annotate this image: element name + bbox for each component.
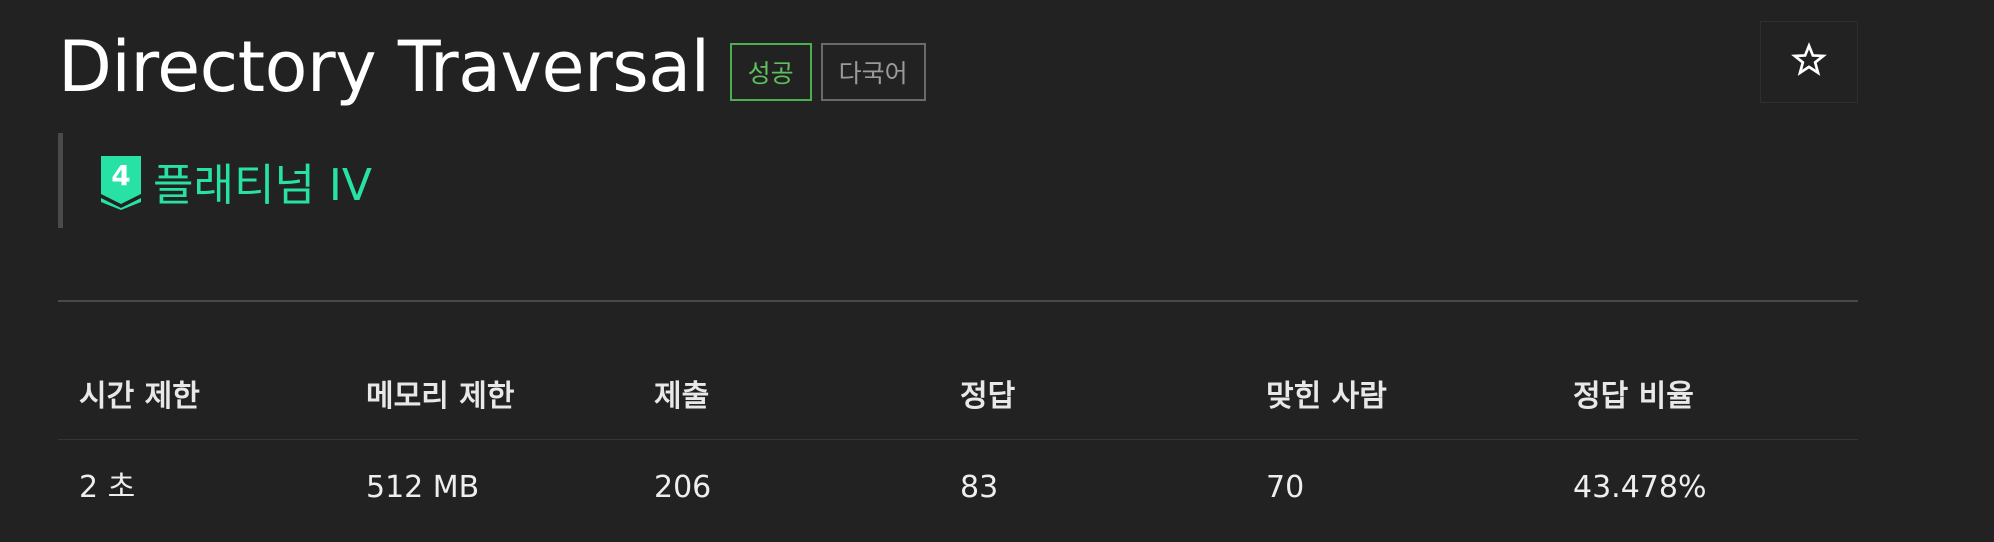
star-icon — [1791, 42, 1827, 82]
success-badge: 성공 — [729, 43, 812, 101]
value-memory-limit: 512 MB — [366, 470, 480, 505]
header-memory-limit: 메모리 제한 — [366, 379, 515, 414]
problem-title-row: Directory Traversal 성공 다국어 — [58, 22, 926, 112]
table-row: 2 초 512 MB 206 83 70 43.478% — [58, 440, 1858, 524]
header-solvers: 맞힌 사람 — [1266, 379, 1387, 414]
problem-title: Directory Traversal — [58, 26, 710, 108]
value-solvers[interactable]: 70 — [1266, 446, 1304, 530]
value-accepted[interactable]: 83 — [960, 446, 998, 530]
table-header-row: 시간 제한 메모리 제한 제출 정답 맞힌 사람 정답 비율 — [58, 355, 1858, 440]
favorite-button[interactable] — [1760, 21, 1858, 103]
value-time-limit: 2 초 — [79, 470, 136, 505]
tier-label: 플래티넘 IV — [153, 159, 372, 211]
tier-shield-icon: 4 — [101, 155, 141, 210]
tier-block: 4 플래티넘 IV — [58, 133, 372, 228]
problem-page: Directory Traversal 성공 다국어 4 플래티넘 IV 시간 … — [0, 0, 1994, 542]
value-submissions[interactable]: 206 — [654, 446, 711, 530]
problem-info-table: 시간 제한 메모리 제한 제출 정답 맞힌 사람 정답 비율 2 초 512 M… — [58, 355, 1858, 524]
header-accept-ratio: 정답 비율 — [1573, 379, 1694, 414]
multilang-badge: 다국어 — [820, 43, 926, 101]
header-submissions: 제출 — [654, 379, 710, 414]
header-accepted: 정답 — [960, 379, 1016, 414]
section-divider — [58, 300, 1858, 302]
value-accept-ratio: 43.478% — [1573, 470, 1707, 505]
header-time-limit: 시간 제한 — [79, 379, 200, 414]
tier-level: 4 — [111, 159, 130, 192]
